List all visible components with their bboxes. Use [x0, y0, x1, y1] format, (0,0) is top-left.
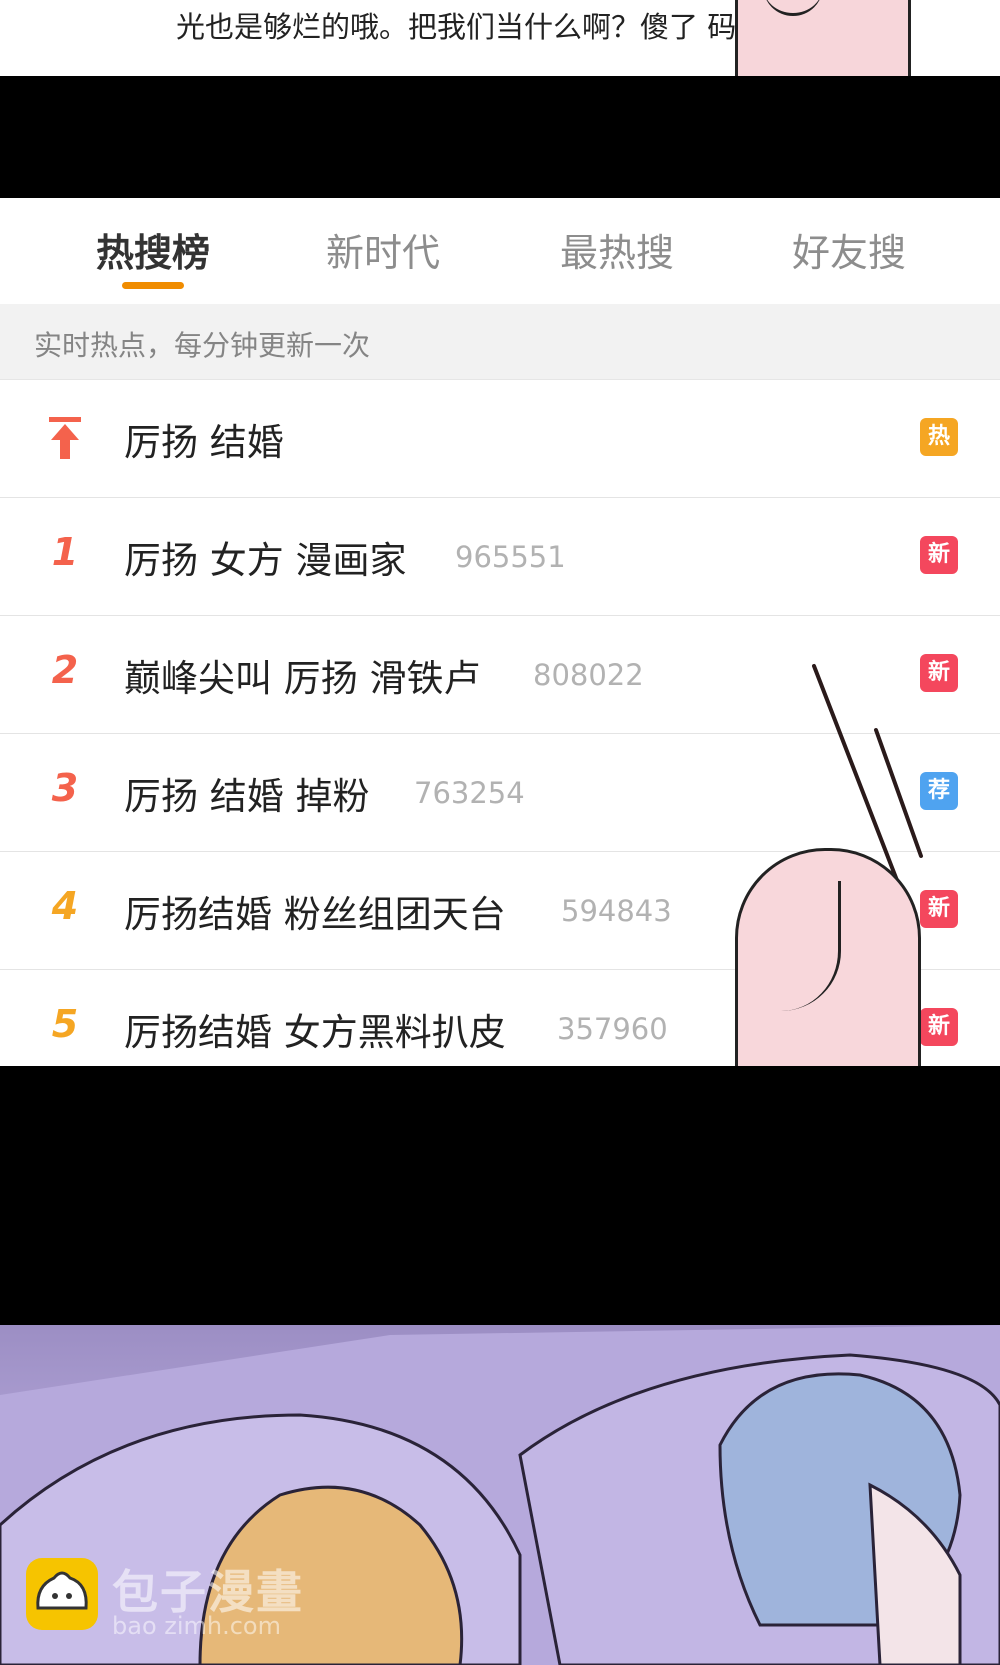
tab-label: 热搜榜 — [95, 231, 210, 275]
tab-bar: 热搜榜 新时代 最热搜 好友搜 — [0, 198, 1000, 305]
hot-badge: 热 — [920, 418, 958, 456]
topic-text: 厉扬 结婚 — [124, 421, 284, 464]
list-item-pinned[interactable]: 厉扬 结婚 热 — [0, 380, 1000, 498]
search-count: 763254 — [414, 776, 525, 810]
top-caption-panel: 光也是够烂的哦。把我们当什么啊？傻了 码的 — [0, 0, 1000, 76]
tab-label: 最热搜 — [559, 231, 674, 275]
tab-hot-list[interactable]: 热搜榜 — [73, 222, 233, 292]
rank-number: 3 — [51, 766, 79, 810]
search-count: 965551 — [455, 540, 566, 574]
topic-text: 厉扬结婚 女方黑料扒皮 — [124, 1011, 506, 1054]
new-badge: 新 — [920, 1008, 958, 1046]
search-count: 594843 — [561, 894, 672, 928]
tab-friends[interactable]: 好友搜 — [769, 222, 929, 292]
active-tab-indicator — [122, 282, 184, 289]
finger-illustration-top — [735, 0, 911, 76]
list-item[interactable]: 1 厉扬 女方 漫画家 965551 新 — [0, 498, 1000, 616]
search-count: 808022 — [533, 658, 644, 692]
rank-number: 4 — [51, 884, 79, 928]
search-count: 357960 — [557, 1012, 668, 1046]
new-badge: 新 — [920, 536, 958, 574]
realtime-notice: 实时热点，每分钟更新一次 — [0, 304, 1000, 380]
topic-text: 厉扬结婚 粉丝组团天台 — [124, 893, 506, 936]
bun-logo-icon — [26, 1558, 98, 1630]
topic-text: 厉扬 女方 漫画家 — [124, 539, 407, 582]
rank-number: 1 — [51, 530, 79, 574]
topic-text: 巅峰尖叫 厉扬 滑铁卢 — [124, 657, 481, 700]
tab-hottest[interactable]: 最热搜 — [537, 222, 697, 292]
rank-number: 2 — [51, 648, 79, 692]
realtime-notice-text: 实时热点，每分钟更新一次 — [34, 329, 371, 362]
tab-label: 新时代 — [325, 231, 440, 275]
tab-new-era[interactable]: 新时代 — [303, 222, 463, 292]
watermark-url: bao zimh.com — [112, 1612, 281, 1640]
hot-search-panel: 热搜榜 新时代 最热搜 好友搜 实时热点，每分钟更新一次 厉扬 结婚 热 1 厉… — [0, 198, 1000, 1066]
tab-label: 好友搜 — [791, 231, 906, 275]
finger-illustration — [735, 848, 921, 1066]
topic-text: 厉扬 结婚 掉粉 — [124, 775, 370, 818]
rank-number: 5 — [51, 1002, 79, 1046]
pin-top-icon — [49, 417, 81, 459]
